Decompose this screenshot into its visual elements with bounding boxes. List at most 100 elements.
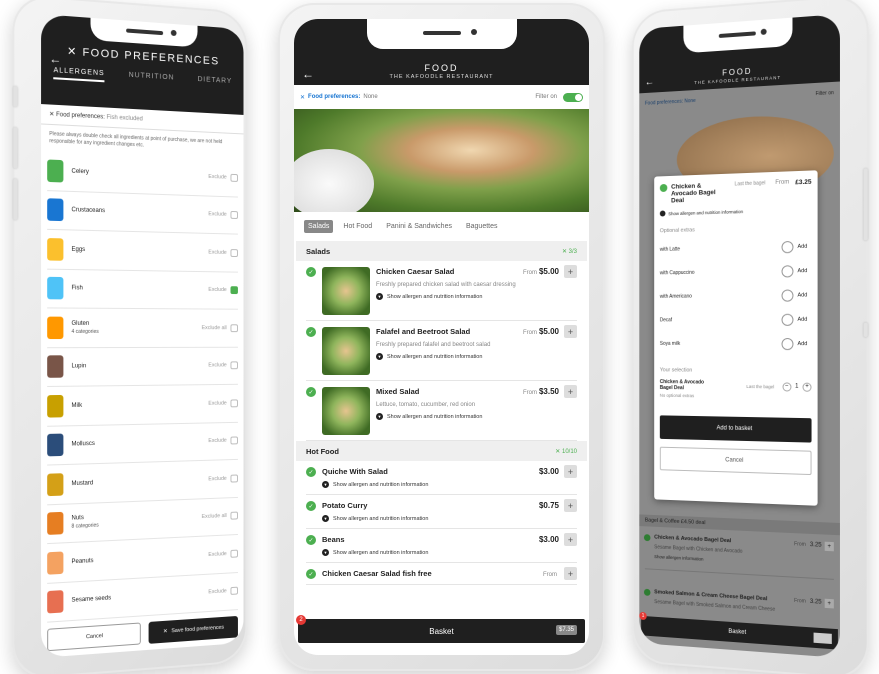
menu-item[interactable]: ✓ Chicken Caesar Salad fish free From + — [306, 563, 577, 585]
exclude-checkbox[interactable] — [230, 549, 237, 557]
item-price-group: $3.00 — [537, 535, 559, 544]
exclude-checkbox[interactable] — [230, 324, 237, 332]
restaurant-name: THE KAFOODLE RESTAURANT — [294, 74, 589, 80]
allergen-row[interactable]: Celery Exclude — [47, 151, 238, 197]
menu-item[interactable]: ✓ Chicken Caesar Salad From $5.00 + Freshly p… — [306, 261, 577, 321]
allergen-row[interactable]: Fish Exclude — [47, 269, 238, 310]
item-thumbnail — [322, 387, 370, 435]
menu-item[interactable]: ✓ Mixed Salad From $3.50 + Lettuce, tomato, c… — [306, 381, 577, 441]
tab-nutrition[interactable]: NUTRITION — [129, 72, 175, 87]
add-item-button[interactable]: + — [825, 599, 834, 609]
item-name: Chicken Caesar Salad fish free — [322, 569, 577, 578]
extra-radio[interactable] — [782, 241, 794, 253]
side-button — [864, 323, 868, 337]
menu-item[interactable]: ✓ Falafel and Beetroot Salad From $5.00 + Fre… — [306, 321, 577, 381]
filter-toggle[interactable] — [563, 93, 583, 102]
item-price: 3.25 — [810, 542, 822, 549]
basket-total: $7.35 — [556, 625, 577, 635]
add-item-button[interactable]: + — [564, 385, 577, 398]
exclude-checkbox[interactable] — [230, 249, 237, 257]
optional-extra-row[interactable]: with Latte Add — [660, 234, 812, 261]
basket-label: Basket — [429, 627, 453, 636]
add-item-button[interactable]: + — [564, 465, 577, 478]
pref-value: None — [363, 94, 377, 100]
add-item-button[interactable]: + — [564, 567, 577, 580]
cancel-button[interactable]: Cancel — [47, 622, 141, 651]
add-item-button[interactable]: + — [825, 542, 834, 552]
allergen-row[interactable]: Molluscs Exclude — [47, 422, 238, 465]
tab-allergens[interactable]: ALLERGENS — [53, 67, 104, 82]
extra-radio[interactable] — [782, 265, 794, 277]
tab-baguettes[interactable]: Baguettes — [462, 220, 502, 233]
basket-button[interactable]: 2 Basket $7.35 — [298, 619, 585, 643]
extra-name: Decaf — [660, 317, 672, 323]
extra-add-label: Add — [797, 341, 811, 347]
allergen-info-link[interactable]: ▼ Show allergen and nutrition information — [376, 353, 577, 360]
pref-label[interactable]: Food preferences: — [308, 94, 360, 100]
menu-item[interactable]: ✓ Potato Curry $0.75 + ▼ Show allergen and nu… — [306, 495, 577, 529]
exclude-checkbox[interactable] — [230, 174, 237, 182]
allergen-icon — [47, 159, 63, 182]
tab-hot-food[interactable]: Hot Food — [339, 220, 376, 233]
basket-count-badge: 2 — [296, 615, 306, 625]
optional-extra-row[interactable]: Decaf Add — [660, 308, 812, 333]
phone-item-modal: ← FOOD THE KAFOODLE RESTAURANT Food pref… — [632, 0, 869, 674]
cancel-button[interactable]: Cancel — [660, 447, 812, 475]
exclude-checkbox[interactable] — [230, 437, 237, 445]
allergen-row[interactable]: Lupin Exclude — [47, 347, 238, 387]
allergen-row[interactable]: Gluten 4 categories Exclude all — [47, 308, 238, 347]
add-item-button[interactable]: + — [564, 499, 577, 512]
optional-extra-row[interactable]: with Americano Add — [660, 283, 812, 308]
section-header: Hot Food ✕ 10/10 — [296, 441, 587, 461]
add-item-button[interactable]: + — [564, 533, 577, 546]
allergen-info-link[interactable]: ▼ Show allergen and nutrition information — [376, 293, 577, 300]
allergen-row[interactable]: Eggs Exclude — [47, 230, 238, 272]
exclude-checkbox[interactable] — [230, 512, 237, 520]
allergen-row[interactable]: Milk Exclude — [47, 385, 238, 426]
allergen-info-link[interactable]: ▼ Show allergen and nutrition information — [322, 515, 577, 522]
allergen-info-text: Show allergen and nutrition information — [668, 209, 743, 216]
exclude-checkbox[interactable] — [230, 399, 237, 407]
tab-dietary[interactable]: DIETARY — [198, 76, 233, 90]
tab-salads[interactable]: Salads — [304, 220, 333, 233]
allergen-subcategories[interactable]: 8 categories — [71, 518, 201, 530]
increase-quantity-button[interactable]: + — [802, 382, 811, 391]
add-item-button[interactable]: + — [564, 325, 577, 338]
list-item[interactable]: Chicken & Avocado Bagel Deal Sesame Bage… — [645, 534, 834, 580]
tab-panini-sandwiches[interactable]: Panini & Sandwiches — [382, 220, 456, 233]
menu-item[interactable]: ✓ Quiche With Salad $3.00 + ▼ Show allergen a… — [306, 461, 577, 495]
optional-extras-heading: Optional extras — [660, 224, 812, 234]
exclude-checkbox[interactable] — [230, 211, 237, 219]
chevron-down-icon: ▼ — [376, 353, 383, 360]
add-item-button[interactable]: + — [564, 265, 577, 278]
allergen-row[interactable]: Crustaceans Exclude — [47, 191, 238, 235]
cutlery-icon: ✕ — [49, 112, 54, 118]
extra-radio[interactable] — [782, 289, 794, 301]
back-arrow-icon[interactable]: ← — [49, 51, 61, 66]
chevron-down-icon: ▼ — [376, 293, 383, 300]
decrease-quantity-button[interactable]: − — [782, 382, 791, 391]
exclude-checkbox[interactable] — [230, 362, 237, 370]
from-label: From — [775, 179, 789, 186]
extra-radio[interactable] — [782, 314, 794, 326]
page-title: ✕ FOOD PREFERENCES — [41, 43, 243, 69]
chevron-down-icon — [660, 210, 666, 216]
optional-extra-row[interactable]: with Cappuccino Add — [660, 259, 812, 285]
allergen-name: Lupin — [71, 364, 86, 370]
exclude-checkbox[interactable] — [230, 474, 237, 482]
menu-item[interactable]: ✓ Beans $3.00 + ▼ Show allergen and nutrition… — [306, 529, 577, 563]
extra-radio[interactable] — [782, 338, 794, 350]
exclude-checkbox[interactable] — [230, 286, 237, 294]
allergen-info-link[interactable]: ▼ Show allergen and nutrition information — [322, 481, 577, 488]
allergen-icon — [47, 395, 63, 418]
allergen-subcategories[interactable]: 4 categories — [71, 329, 201, 335]
add-to-basket-button[interactable]: Add to basket — [660, 415, 812, 442]
save-food-preferences-button[interactable]: ✕ Save food preferences — [149, 616, 238, 644]
cutlery-icon: ✕ — [555, 449, 562, 455]
check-icon: ✓ — [306, 387, 316, 397]
allergen-info-link[interactable]: ▼ Show allergen and nutrition information — [322, 549, 577, 556]
allergen-info-link[interactable]: ▼ Show allergen and nutrition information — [376, 413, 577, 420]
allergen-info-link[interactable]: Show allergen and nutrition information — [660, 206, 812, 216]
exclude-checkbox[interactable] — [230, 587, 237, 595]
optional-extra-row[interactable]: Soya milk Add — [660, 332, 812, 356]
